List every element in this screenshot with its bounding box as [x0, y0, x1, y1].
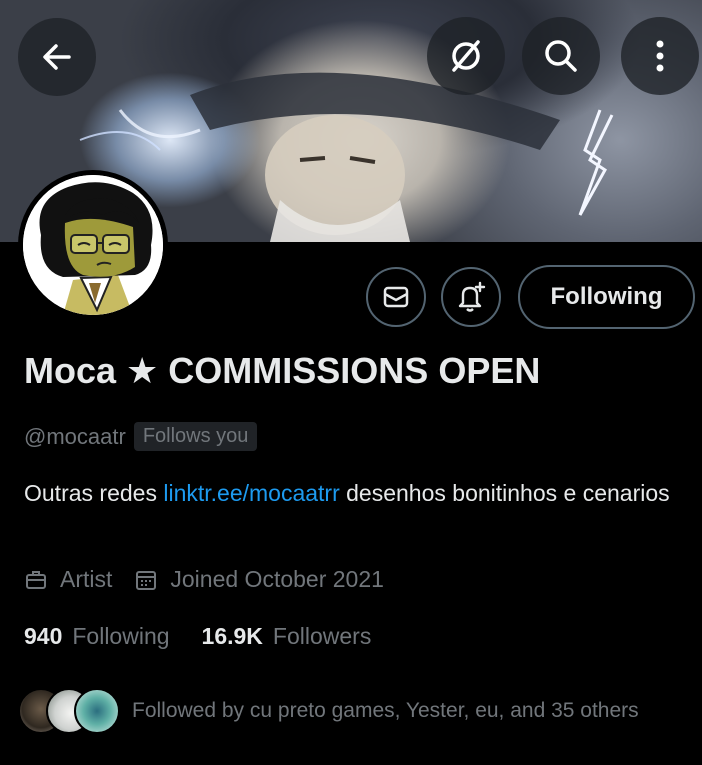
username-handle: @mocaatr	[24, 423, 126, 449]
bio-text-suffix: desenhos bonitinhos e cenarios	[339, 480, 670, 506]
following-button[interactable]: Following	[518, 265, 695, 329]
vertical-dots-icon	[656, 40, 664, 72]
search-icon	[545, 40, 577, 72]
following-count[interactable]: 940	[24, 623, 62, 650]
profile-category: Artist	[60, 566, 113, 592]
notifications-button[interactable]	[441, 267, 501, 327]
arrow-left-icon	[43, 44, 71, 70]
follower-avatar	[74, 688, 120, 734]
profile-meta: Artist Joined October 2021	[24, 566, 406, 593]
display-name: Moca ★ COMMISSIONS OPEN	[24, 350, 541, 391]
briefcase-icon	[26, 570, 46, 589]
joined-date: Joined October 2021	[170, 566, 384, 592]
mail-icon	[383, 286, 409, 308]
translate-button[interactable]	[427, 17, 505, 95]
following-button-label: Following	[550, 283, 663, 310]
calendar-icon	[136, 570, 157, 590]
message-button[interactable]	[366, 267, 426, 327]
followers-count[interactable]: 16.9K	[202, 623, 263, 650]
followed-by-text: Followed by cu preto games, Yester, eu, …	[132, 699, 639, 722]
following-stat-label[interactable]: Following	[72, 623, 169, 650]
follows-you-badge: Follows you	[133, 422, 258, 451]
search-button[interactable]	[522, 17, 600, 95]
avatar-illustration	[23, 175, 163, 315]
followers-stat-label[interactable]: Followers	[273, 623, 371, 650]
bio-link[interactable]: linktr.ee/mocaatrr	[163, 480, 339, 506]
followed-by-row[interactable]: Followed by cu preto games, Yester, eu, …	[18, 688, 639, 734]
bio-text-prefix: Outras redes	[24, 480, 164, 506]
back-button[interactable]	[18, 18, 96, 96]
profile-avatar[interactable]	[18, 170, 168, 320]
more-options-button[interactable]	[621, 17, 699, 95]
slashed-circle-icon	[452, 40, 480, 72]
profile-bio: Outras redes linktr.ee/mocaatrr desenhos…	[24, 477, 674, 510]
follow-stats: 940 Following 16.9K Followers	[24, 623, 403, 650]
bell-plus-icon	[458, 281, 486, 312]
